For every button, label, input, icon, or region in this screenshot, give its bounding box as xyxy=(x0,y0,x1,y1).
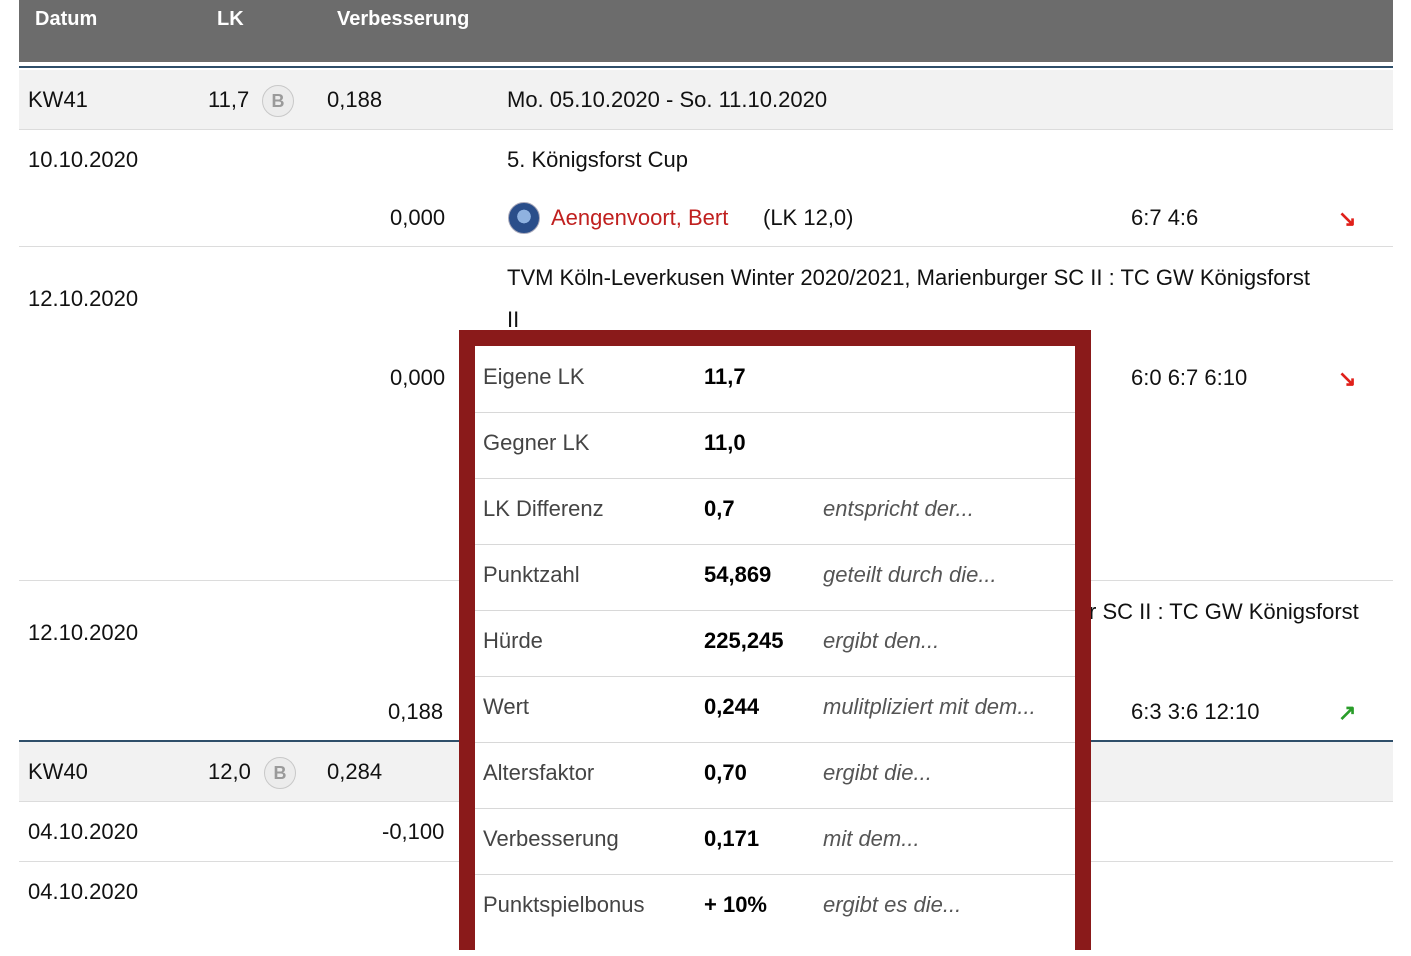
popup-value: 54,869 xyxy=(704,562,772,587)
header-rule xyxy=(19,66,1393,68)
week-lk: 11,7 xyxy=(208,87,250,112)
popup-label: Eigene LK xyxy=(483,364,585,389)
popup-label: Wert xyxy=(483,694,530,719)
opponent-link[interactable]: Aengenvoort, Bert xyxy=(551,204,728,232)
club-logo-icon xyxy=(508,202,540,234)
popup-row: Wert 0,244 mulitpliziert mit dem... xyxy=(475,676,1075,743)
popup-value: 11,7 xyxy=(704,364,746,389)
popup-value: 0,7 xyxy=(704,496,735,521)
match-improvement: 0,000 xyxy=(390,365,446,390)
popup-label: Punktzahl xyxy=(483,562,580,587)
popup-value: 0,244 xyxy=(704,694,760,719)
popup-row: Verbesserung 0,171 mit dem... xyxy=(475,808,1075,875)
header-improvement: Verbesserung xyxy=(337,8,470,30)
match-score: 6:0 6:7 6:10 xyxy=(1131,365,1248,390)
match-date: 12.10.2020 xyxy=(28,286,139,311)
popup-row: Punktspielbonus + 10% ergibt es die... xyxy=(475,874,1075,940)
lk-badge: B xyxy=(262,85,294,117)
popup-note: ergibt die... xyxy=(823,760,932,785)
match-improvement: -0,100 xyxy=(382,819,445,844)
arrow-down-right-icon: ↘ xyxy=(1338,366,1357,391)
arrow-down-right-icon: ↘ xyxy=(1338,206,1357,231)
popup-label: Verbesserung xyxy=(483,826,619,851)
popup-note: entspricht der... xyxy=(823,496,974,521)
match-improvement: 0,000 xyxy=(390,205,446,230)
match-event[interactable]: 5. Königsforst Cup xyxy=(507,146,688,174)
popup-note: mit dem... xyxy=(823,826,920,851)
popup-note: ergibt es die... xyxy=(823,892,962,917)
match-date: 10.10.2020 xyxy=(28,147,139,172)
week-lk: 12,0 xyxy=(208,759,251,784)
week-improvement: 0,284 xyxy=(327,759,383,784)
week-label: KW41 xyxy=(28,87,88,112)
popup-note: geteilt durch die... xyxy=(823,562,997,587)
popup-label: Punktspielbonus xyxy=(483,892,645,917)
week-range: Mo. 05.10.2020 - So. 11.10.2020 xyxy=(507,87,828,112)
popup-row: Punktzahl 54,869 geteilt durch die... xyxy=(475,544,1075,611)
popup-content: Eigene LK 11,7 Gegner LK 11,0 LK Differe… xyxy=(475,346,1075,956)
popup-label: Altersfaktor xyxy=(483,760,595,785)
match-date: 04.10.2020 xyxy=(28,819,139,844)
popup-value: 225,245 xyxy=(704,628,784,653)
popup-label: Hürde xyxy=(483,628,543,653)
header-lk: LK xyxy=(217,8,244,30)
lk-badge: B xyxy=(264,757,296,789)
week-label: KW40 xyxy=(28,759,88,784)
row-divider xyxy=(19,246,1393,247)
popup-row: Altersfaktor 0,70 ergibt die... xyxy=(475,742,1075,809)
week-improvement: 0,188 xyxy=(327,87,383,112)
match-score: 6:7 4:6 xyxy=(1131,205,1199,230)
lk-calculation-popup: Eigene LK 11,7 Gegner LK 11,0 LK Differe… xyxy=(459,330,1091,956)
popup-value: + 10% xyxy=(704,892,767,917)
popup-value: 0,70 xyxy=(704,760,747,785)
match-score: 6:3 3:6 12:10 xyxy=(1131,699,1260,724)
popup-label: LK Differenz xyxy=(483,496,604,521)
popup-value: 11,0 xyxy=(704,430,746,455)
popup-note: mulitpliziert mit dem... xyxy=(823,694,1036,719)
popup-note: ergibt den... xyxy=(823,628,940,653)
match-date: 12.10.2020 xyxy=(28,620,139,645)
popup-row: Hürde 225,245 ergibt den... xyxy=(475,610,1075,677)
popup-label: Gegner LK xyxy=(483,430,590,455)
arrow-up-right-icon: ↗ xyxy=(1338,700,1357,725)
popup-row: Gegner LK 11,0 xyxy=(475,412,1075,479)
opponent-lk: (LK 12,0) xyxy=(763,205,854,230)
popup-value: 0,171 xyxy=(704,826,760,851)
row-divider xyxy=(19,129,1393,130)
popup-row: Eigene LK 11,7 xyxy=(475,346,1075,413)
match-date: 04.10.2020 xyxy=(28,879,139,904)
popup-row: LK Differenz 0,7 entspricht der... xyxy=(475,478,1075,545)
match-event[interactable]: TVM Köln-Leverkusen Winter 2020/2021, Ma… xyxy=(507,264,1310,292)
header-date: Datum xyxy=(35,8,98,30)
table-header: Datum LK Verbesserung xyxy=(19,0,1393,62)
match-event[interactable]: r SC II : TC GW Königsforst xyxy=(1089,598,1359,626)
match-improvement: 0,188 xyxy=(388,699,444,724)
